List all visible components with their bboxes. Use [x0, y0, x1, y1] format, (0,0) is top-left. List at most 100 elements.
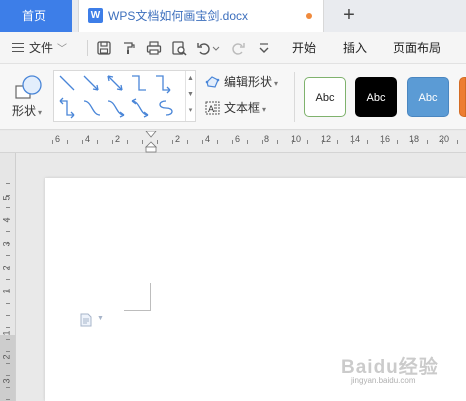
ruler-number: 6 [235, 134, 241, 144]
scroll-down-icon[interactable]: ▼ [186, 87, 195, 103]
ruler-tick [367, 140, 368, 144]
menu-bar: 文件 ﹀ 开始 插入 页面布局 [0, 32, 466, 64]
gallery-scroll[interactable]: ▲ ▼ ▾ [185, 71, 195, 121]
ruler-tick [232, 140, 233, 144]
ruler-tick [97, 140, 98, 144]
ruler-tick [6, 207, 10, 208]
chevron-down-icon[interactable]: ▼ [97, 315, 104, 322]
ruler-tick [127, 140, 128, 144]
ruler-tick [217, 140, 218, 144]
menu-tab-page-layout[interactable]: 页面布局 [393, 32, 441, 64]
ruler-tick [6, 303, 10, 304]
ruler-tick [6, 267, 10, 268]
horizontal-ruler[interactable]: 6 4 2 2 4 6 8 10 12 14 16 18 20 [0, 131, 466, 153]
ruler-tick [202, 140, 203, 144]
ruler-tick [382, 140, 383, 144]
ruler-number: 2 [115, 134, 121, 144]
edit-shape-icon [205, 76, 220, 88]
ruler-tick [157, 140, 158, 144]
paragraph-layout-icon[interactable] [79, 313, 93, 327]
ruler-tick [427, 140, 428, 144]
ruler-tick [6, 399, 10, 400]
ruler-tick [112, 140, 113, 144]
shape-label[interactable]: 形状 ▾ [12, 102, 42, 119]
ruler-tick [337, 140, 338, 144]
ruler-tick [352, 140, 353, 144]
chevron-down-icon: ▾ [262, 105, 267, 114]
ruler-tick [52, 140, 53, 144]
ruler-tick [6, 279, 10, 280]
ruler-tick [6, 351, 10, 352]
shape-style-4[interactable] [459, 77, 466, 117]
shape-label-text: 形状 [12, 104, 37, 118]
ruler-tick [6, 327, 10, 328]
indent-marker-icon[interactable] [145, 131, 157, 153]
svg-text:A: A [208, 105, 215, 115]
ruler-number: 5 [1, 195, 12, 201]
shape-style-1[interactable]: Abc [304, 77, 346, 117]
shape-gallery[interactable]: ▲ ▼ ▾ [53, 70, 196, 122]
ruler-tick [277, 140, 278, 144]
ribbon: 形状 ▾ ▲ ▼ ▾ 编辑形状 ▾ A 文本框 ▾ Abc Abc Abc [0, 64, 466, 130]
ruler-tick [6, 219, 10, 220]
undo-icon[interactable] [196, 40, 212, 56]
format-painter-icon[interactable] [121, 40, 137, 56]
ruler-tick [412, 140, 413, 144]
shape-style-3[interactable]: Abc [407, 77, 449, 117]
file-menu-button[interactable]: 文件 ﹀ [12, 32, 67, 64]
undo-dropdown-icon[interactable] [212, 40, 220, 56]
shape-icon [15, 75, 42, 99]
chevron-down-icon: ▾ [274, 79, 279, 88]
chevron-down-icon: ﹀ [57, 44, 68, 55]
ruler-tick [442, 140, 443, 144]
ruler-number: 2 [1, 354, 12, 360]
ruler-margin-area [0, 335, 15, 401]
ruler-tick [6, 183, 10, 184]
toolbar-divider [87, 40, 88, 56]
customize-toolbar-icon[interactable] [256, 40, 272, 56]
print-preview-icon[interactable] [171, 40, 187, 56]
ruler-tick [187, 140, 188, 144]
ruler-tick [307, 140, 308, 144]
tab-document[interactable]: W WPS文档如何画宝剑.docx [78, 0, 324, 32]
ruler-tick [322, 140, 323, 144]
ruler-number: 6 [55, 134, 61, 144]
gallery-more-icon[interactable]: ▾ [186, 103, 195, 119]
vertical-ruler[interactable]: 54321123 [0, 153, 16, 401]
watermark: Baidu经验 jingyan.baidu.com [341, 352, 453, 392]
text-box-button[interactable]: A 文本框 ▾ [205, 99, 266, 117]
unsaved-indicator-icon[interactable] [306, 13, 312, 19]
edit-shape-button[interactable]: 编辑形状 ▾ [205, 73, 278, 91]
page-margin-mark [150, 283, 151, 310]
menu-tab-home[interactable]: 开始 [292, 32, 316, 64]
ruler-tick [262, 140, 263, 144]
text-box-icon: A [205, 101, 220, 115]
shape-style-2[interactable]: Abc [355, 77, 397, 117]
line-shapes-icon [59, 75, 173, 119]
save-icon[interactable] [96, 40, 112, 56]
ruler-tick [6, 363, 10, 364]
ruler-tick [292, 140, 293, 144]
ruler-number: 4 [85, 134, 91, 144]
ruler-tick [6, 339, 10, 340]
document-title: WPS文档如何画宝剑.docx [108, 9, 249, 23]
wps-writer-icon: W [88, 8, 103, 23]
new-tab-button[interactable]: + [338, 4, 360, 28]
ruler-tick [172, 140, 173, 144]
scroll-up-icon[interactable]: ▲ [186, 71, 195, 87]
ruler-number: 20 [439, 134, 450, 144]
ribbon-divider [294, 72, 295, 122]
ruler-number: 4 [205, 134, 211, 144]
ruler-number: 3 [1, 378, 12, 384]
ruler-tick [142, 140, 143, 144]
print-icon[interactable] [146, 40, 162, 56]
menu-tab-insert[interactable]: 插入 [343, 32, 367, 64]
tab-home[interactable]: 首页 [0, 0, 72, 32]
text-box-label: 文本框 [224, 101, 261, 115]
redo-icon[interactable] [230, 40, 246, 56]
ruler-tick [6, 375, 10, 376]
ruler-tick [6, 387, 10, 388]
ruler-number: 18 [409, 134, 420, 144]
chevron-down-icon: ▾ [38, 108, 43, 117]
ruler-tick [457, 140, 458, 144]
